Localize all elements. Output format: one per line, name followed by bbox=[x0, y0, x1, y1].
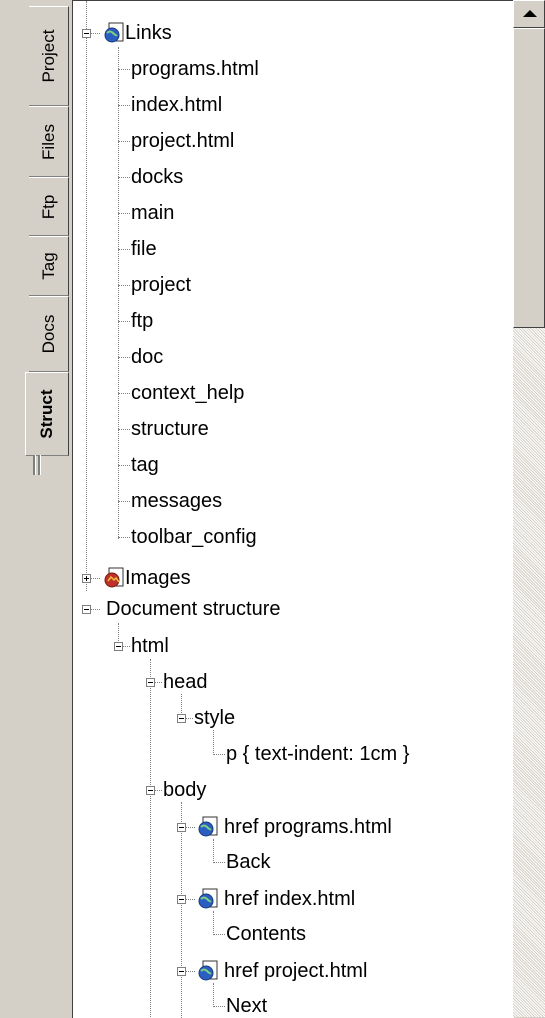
tab-label: Tag bbox=[38, 252, 58, 280]
tree-line bbox=[118, 357, 130, 358]
tree-line bbox=[118, 69, 130, 70]
panel-grip-handle[interactable] bbox=[33, 455, 49, 475]
tree-line bbox=[118, 465, 130, 466]
tree-node-anchor[interactable]: href programs.html bbox=[224, 813, 392, 841]
tree-line bbox=[150, 659, 151, 1018]
tree-node-style-rule[interactable]: p { text-indent: 1cm } bbox=[226, 740, 409, 768]
tree-line bbox=[118, 177, 130, 178]
tree-node-link-item[interactable]: toolbar_config bbox=[131, 523, 257, 551]
tree-line bbox=[86, 1, 87, 591]
tree-line bbox=[213, 983, 214, 1007]
tree-line bbox=[118, 429, 130, 430]
tree-line bbox=[213, 862, 225, 863]
collapse-icon[interactable] bbox=[177, 714, 186, 723]
scrollbar-thumb[interactable] bbox=[513, 28, 545, 328]
tab-label: Struct bbox=[37, 389, 56, 439]
tree-node-links[interactable]: Links bbox=[125, 19, 172, 47]
tree-node-link-item[interactable]: structure bbox=[131, 415, 209, 443]
tab-tag[interactable]: Tag bbox=[29, 236, 69, 296]
tree-node-body[interactable]: body bbox=[163, 776, 206, 804]
globe-page-icon bbox=[198, 960, 218, 981]
tree-line bbox=[118, 393, 130, 394]
tree-line bbox=[213, 754, 225, 755]
globe-page-icon bbox=[104, 22, 124, 43]
tab-label: Docs bbox=[38, 314, 58, 354]
tree-line bbox=[118, 501, 130, 502]
tree-node-link-item[interactable]: file bbox=[131, 235, 157, 263]
tree-node-link-item[interactable]: programs.html bbox=[131, 55, 259, 83]
tree-node-anchor-text[interactable]: Contents bbox=[226, 920, 306, 948]
tree-line bbox=[118, 537, 130, 538]
collapse-icon[interactable] bbox=[146, 678, 155, 687]
collapse-icon[interactable] bbox=[177, 895, 186, 904]
tree-node-head[interactable]: head bbox=[163, 668, 208, 696]
tab-docs[interactable]: Docs bbox=[29, 296, 69, 372]
tab-label: Files bbox=[38, 123, 58, 160]
collapse-icon[interactable] bbox=[146, 786, 155, 795]
tree-node-link-item[interactable]: docks bbox=[131, 163, 183, 191]
tree-line bbox=[118, 105, 130, 106]
tree-line bbox=[213, 934, 225, 935]
scroll-up-button[interactable] bbox=[513, 0, 545, 28]
globe-page-icon bbox=[198, 888, 218, 909]
tree-node-link-item[interactable]: context_help bbox=[131, 379, 244, 407]
tab-struct[interactable]: Struct bbox=[25, 372, 69, 456]
tab-project[interactable]: Project bbox=[29, 6, 69, 106]
tree-line bbox=[118, 249, 130, 250]
tree-node-link-item[interactable]: doc bbox=[131, 343, 163, 371]
tab-files[interactable]: Files bbox=[29, 106, 69, 177]
vertical-scrollbar[interactable] bbox=[513, 0, 545, 1017]
tab-label: Project bbox=[38, 29, 58, 83]
tree-node-link-item[interactable]: ftp bbox=[131, 307, 153, 335]
tree-node-link-item[interactable]: tag bbox=[131, 451, 159, 479]
tree-node-images[interactable]: Images bbox=[125, 564, 191, 592]
tree-node-link-item[interactable]: project bbox=[131, 271, 191, 299]
tree-line bbox=[213, 839, 214, 863]
collapse-icon[interactable] bbox=[114, 642, 123, 651]
tree-line bbox=[213, 1006, 225, 1007]
collapse-icon[interactable] bbox=[177, 823, 186, 832]
tree-node-anchor-text[interactable]: Next bbox=[226, 992, 267, 1018]
collapse-icon[interactable] bbox=[177, 967, 186, 976]
tree-node-document-structure[interactable]: Document structure bbox=[106, 595, 281, 623]
tree-line bbox=[213, 730, 214, 755]
tab-label: Ftp bbox=[38, 194, 58, 219]
tree-node-anchor[interactable]: href project.html bbox=[224, 957, 367, 985]
tree-node-style[interactable]: style bbox=[194, 704, 235, 732]
collapse-icon[interactable] bbox=[82, 605, 91, 614]
expand-icon[interactable] bbox=[82, 574, 91, 583]
tree-node-anchor[interactable]: href index.html bbox=[224, 885, 355, 913]
structure-tree: Links programs.html index.html project.htm… bbox=[72, 0, 514, 1018]
tab-ftp[interactable]: Ftp bbox=[29, 177, 69, 236]
tree-node-link-item[interactable]: messages bbox=[131, 487, 222, 515]
tree-line bbox=[118, 141, 130, 142]
tree-node-html[interactable]: html bbox=[131, 632, 169, 660]
tree-line bbox=[181, 802, 182, 1018]
tree-line bbox=[118, 285, 130, 286]
tree-node-anchor-text[interactable]: Back bbox=[226, 848, 270, 876]
collapse-icon[interactable] bbox=[82, 29, 91, 38]
images-folder-icon bbox=[104, 567, 124, 588]
tree-line bbox=[213, 911, 214, 935]
tree-node-link-item[interactable]: project.html bbox=[131, 127, 234, 155]
tree-line bbox=[118, 213, 130, 214]
tree-node-link-item[interactable]: main bbox=[131, 199, 174, 227]
globe-page-icon bbox=[198, 816, 218, 837]
tree-node-link-item[interactable]: index.html bbox=[131, 91, 222, 119]
tree-line bbox=[118, 321, 130, 322]
side-tab-panel: Project Files Ftp Tag Docs Struct bbox=[0, 0, 72, 1017]
